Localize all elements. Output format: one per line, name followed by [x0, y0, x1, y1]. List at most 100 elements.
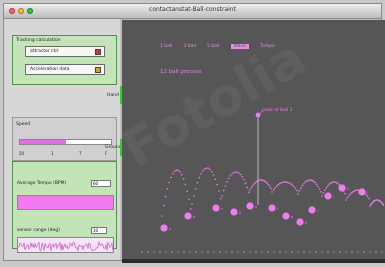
trajectory-dot	[168, 181, 170, 184]
ground-dot	[357, 251, 359, 253]
trajectory-dot	[289, 183, 292, 185]
speed-slider[interactable]	[19, 139, 112, 145]
ground-dot	[165, 251, 167, 253]
sensor-range-label: sensor range (deg)	[17, 228, 60, 233]
acceleration-button[interactable]: Acceleration data	[25, 64, 105, 75]
trajectory-dot	[200, 173, 202, 175]
trajectory-dot	[337, 182, 339, 185]
ball-label: c	[221, 207, 223, 211]
ground-dot	[177, 251, 179, 253]
trajectory-dot	[304, 181, 306, 183]
ball	[358, 188, 366, 196]
ground-dot	[327, 251, 329, 253]
ground-dot	[267, 251, 269, 253]
ball	[268, 204, 276, 212]
trajectory-dot	[335, 181, 338, 184]
ball	[246, 202, 254, 210]
trajectory-dot	[226, 181, 228, 183]
ball-label: h	[305, 221, 307, 225]
ball-1-peak	[255, 112, 261, 118]
trajectory-dot	[229, 175, 232, 177]
ground-dot	[303, 251, 305, 253]
trajectory-dot	[310, 179, 312, 181]
trajectory-dot	[315, 183, 318, 186]
trajectory-dot	[269, 185, 271, 188]
ball	[308, 206, 316, 214]
ground-dot	[183, 251, 185, 253]
ball-label: l	[367, 191, 368, 195]
trajectory-dot	[353, 190, 356, 192]
ground-dot	[375, 251, 377, 253]
window-title: contactanstat-Ball-constraint	[149, 6, 236, 13]
speed-tick: 20	[19, 151, 25, 156]
ground-dot	[225, 251, 227, 253]
trajectory-dot	[218, 190, 220, 192]
trajectory-dot	[321, 195, 323, 197]
trajectory-dot	[283, 181, 286, 183]
tracking-panel: Tracking calculation attractor ctrl Acce…	[12, 35, 117, 85]
ground-dot	[369, 251, 371, 253]
sensor-range-field[interactable]: 10	[91, 227, 107, 234]
acceleration-button-label: Acceleration data	[30, 67, 70, 72]
trajectory-dot	[182, 178, 185, 180]
trajectory-dot	[231, 173, 233, 175]
trajectory-dot	[249, 189, 251, 191]
ground-dot	[315, 251, 317, 253]
trajectory-dot	[163, 204, 165, 207]
attractor-button[interactable]: attractor ctrl	[25, 46, 105, 57]
trajectory-dot	[250, 186, 253, 189]
ball-label: f	[277, 207, 279, 211]
trajectory-dot	[303, 183, 305, 185]
trajectory-dot	[328, 183, 330, 185]
trajectory-dot	[282, 181, 284, 184]
ground-dot	[195, 251, 197, 253]
trajectory-dot	[288, 182, 290, 184]
trajectory-dot	[291, 184, 294, 186]
trajectory-dot	[181, 173, 183, 176]
trajectory-dot	[267, 183, 270, 186]
trajectory-dot	[205, 167, 208, 169]
ground-dot	[249, 251, 251, 253]
ball	[184, 212, 192, 220]
trajectory-dot	[320, 191, 322, 193]
tempo-bar[interactable]	[17, 195, 114, 210]
ball-trajectories: a b c d e f g h i j k l	[141, 110, 385, 253]
trajectory-dot	[161, 215, 163, 217]
trajectory-dot	[346, 196, 349, 199]
trajectory-dot	[277, 183, 279, 186]
trajectory-dot	[296, 189, 298, 192]
trajectory-dot	[349, 193, 352, 195]
trajectory-dot	[166, 188, 169, 190]
trajectory-dot	[238, 172, 240, 174]
ground-dot	[219, 251, 221, 253]
trajectory-dot	[248, 191, 250, 194]
speed-tick: 1	[51, 151, 54, 156]
trajectory-dot	[317, 185, 319, 188]
trajectory-dot	[325, 186, 328, 189]
trajectory-dot	[331, 181, 333, 184]
ground-dot	[333, 251, 335, 253]
floor	[122, 259, 385, 263]
trajectory-dot	[258, 179, 260, 182]
ball-label: g	[291, 215, 293, 219]
trajectory-dot	[366, 195, 369, 198]
trajectory-dot	[272, 188, 275, 191]
ground-dot	[261, 251, 263, 253]
trajectory-dot	[297, 193, 299, 195]
tracking-panel-title: Tracking calculation	[16, 38, 61, 43]
ball	[282, 212, 290, 220]
attractor-button-label: attractor ctrl	[30, 49, 59, 54]
ball-label: a	[169, 227, 171, 231]
ground-dot	[309, 251, 311, 253]
simulation-view[interactable]: 1 ball 3 ball 5 ball Wave Tempo 12 ball …	[122, 20, 385, 263]
speed-tick: F	[105, 151, 108, 156]
trajectory-dot	[314, 181, 317, 184]
ball-label: e	[255, 205, 258, 209]
ground-dot	[153, 251, 155, 253]
ball	[324, 192, 332, 200]
speed-slider-fill	[20, 140, 66, 144]
tempo-field[interactable]: 60	[91, 180, 111, 187]
trajectory-dot	[329, 182, 332, 184]
ball	[338, 184, 346, 192]
tempo-panel: Average Tempo (BPM) 60 sensor range (deg…	[12, 161, 117, 253]
